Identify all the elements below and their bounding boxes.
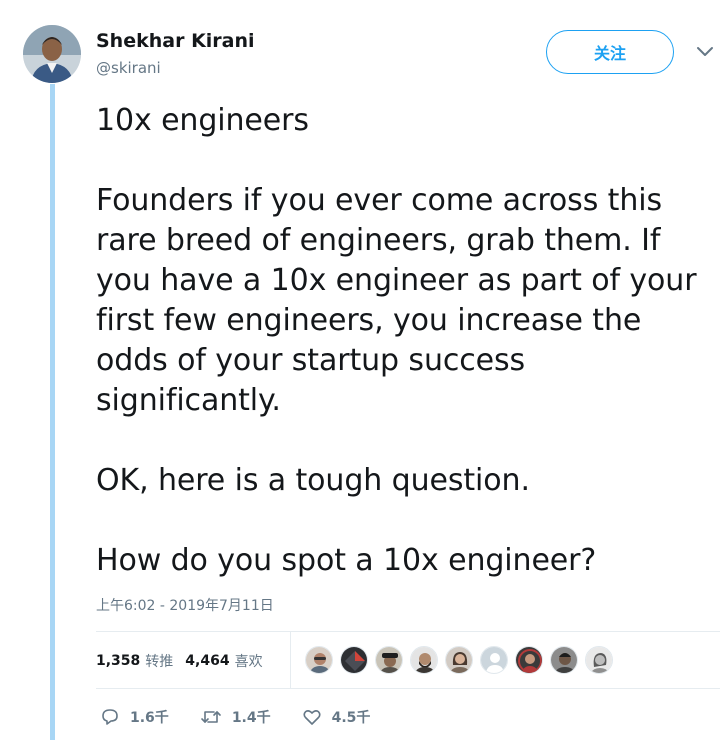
reply-button[interactable]: 1.6千 — [100, 707, 169, 727]
author-name[interactable]: Shekhar Kirani — [96, 30, 255, 52]
thread-connector-line — [50, 84, 55, 740]
retweet-count-label[interactable]: 转推 — [145, 651, 173, 671]
retweet-count[interactable]: 1,358 — [96, 653, 140, 669]
retweet-icon — [201, 711, 221, 723]
liker-avatar[interactable] — [445, 646, 473, 674]
author-handle[interactable]: @skirani — [96, 59, 161, 77]
liker-avatar[interactable] — [305, 646, 333, 674]
liker-avatar[interactable] — [340, 646, 368, 674]
like-button[interactable]: 4.5千 — [302, 707, 371, 727]
reply-icon — [102, 709, 118, 725]
liker-avatar[interactable] — [550, 646, 578, 674]
like-action-count: 4.5千 — [331, 710, 371, 726]
like-count-label[interactable]: 喜欢 — [235, 651, 263, 671]
heart-icon — [303, 710, 321, 725]
liker-avatar[interactable] — [375, 646, 403, 674]
retweet-button[interactable]: 1.4千 — [200, 707, 271, 727]
liker-avatar[interactable] — [585, 646, 613, 674]
author-avatar[interactable] — [23, 25, 81, 83]
liker-avatar[interactable] — [515, 646, 543, 674]
stats-divider — [290, 632, 291, 688]
like-count[interactable]: 4,464 — [185, 653, 229, 669]
tweet-timestamp[interactable]: 上午6:02 - 2019年7月11日 — [96, 595, 274, 615]
divider — [96, 631, 720, 632]
retweet-action-count: 1.4千 — [231, 710, 271, 726]
follow-button[interactable]: 关注 — [546, 30, 674, 74]
divider — [96, 688, 720, 689]
tweet-actions: 1.6千 1.4千 4.5千 — [100, 707, 401, 727]
reply-count: 1.6千 — [130, 710, 169, 726]
liker-avatars — [305, 646, 620, 674]
liker-avatar[interactable] — [410, 646, 438, 674]
tweet-text: 10x engineers Founders if you ever come … — [96, 103, 697, 578]
liker-avatar[interactable] — [480, 646, 508, 674]
engagement-stats: 1,358 转推 4,464 喜欢 — [96, 651, 275, 671]
chevron-down-icon[interactable] — [695, 44, 715, 60]
